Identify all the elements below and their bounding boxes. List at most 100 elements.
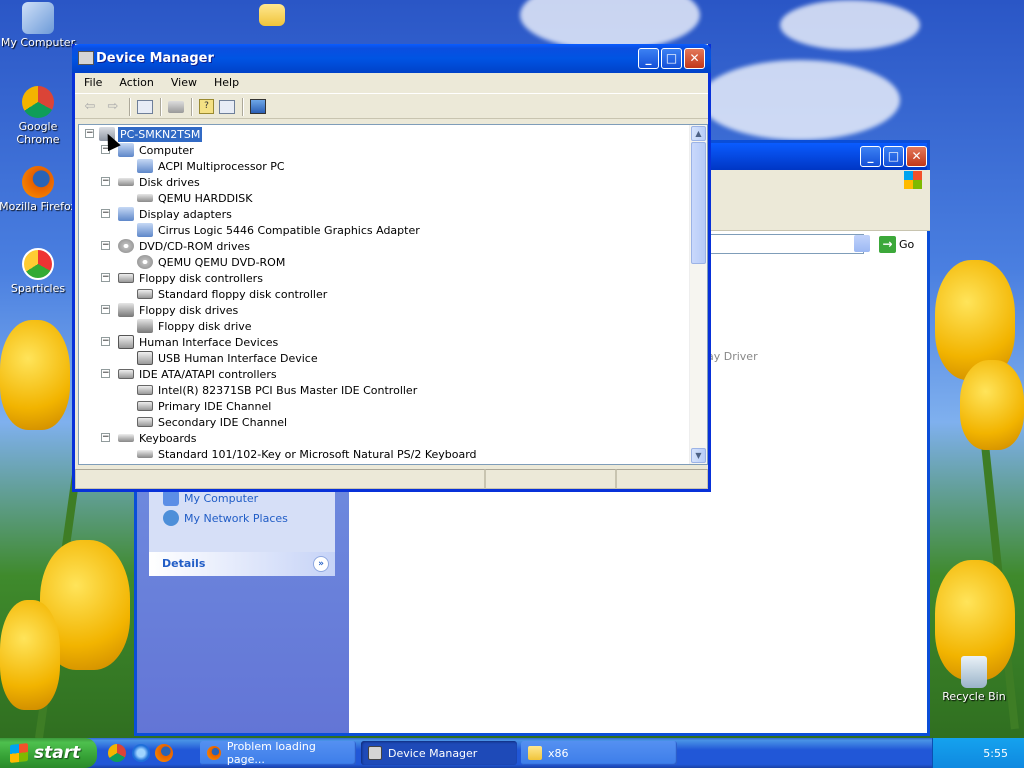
desktop-icon-google-chrome[interactable]: Google Chrome — [0, 86, 78, 146]
minimize-button[interactable]: _ — [638, 48, 659, 69]
forward-icon[interactable]: ⇨ — [104, 99, 122, 115]
device-manager-window[interactable]: Device Manager _ □ ✕ File Action View He… — [72, 44, 711, 492]
tree-device[interactable]: Primary IDE Channel — [137, 398, 273, 414]
window-title: Device Manager — [96, 51, 214, 66]
menu-file[interactable]: File — [75, 73, 110, 93]
collapse-toggle[interactable]: − — [101, 369, 110, 378]
tree-category[interactable]: − Display adapters — [101, 206, 234, 222]
tree-device[interactable]: Intel(R) 82371SB PCI Bus Master IDE Cont… — [137, 382, 419, 398]
device-manager-icon — [368, 746, 382, 760]
scan-hardware-icon[interactable] — [250, 99, 266, 114]
scroll-up-button[interactable]: ▲ — [691, 126, 706, 141]
tree-device[interactable]: USB Human Interface Device — [137, 350, 320, 366]
scroll-down-button[interactable]: ▼ — [691, 448, 706, 463]
go-label: Go — [899, 237, 915, 251]
collapse-toggle[interactable]: − — [85, 129, 94, 138]
device-tree[interactable]: − PC-SMKN2TSM − Computer ACPI Multiproce… — [78, 124, 708, 465]
scroll-thumb[interactable] — [691, 142, 706, 264]
back-icon[interactable]: ⇦ — [81, 99, 99, 115]
collapse-toggle[interactable]: − — [101, 177, 110, 186]
go-button[interactable]: → Go — [879, 235, 914, 253]
address-dropdown-button[interactable] — [854, 235, 870, 252]
tree-category[interactable]: − Floppy disk drives — [101, 302, 240, 318]
desktop-icon-mozilla-firefox[interactable]: Mozilla Firefox — [0, 166, 78, 213]
tree-device[interactable]: Secondary IDE Channel — [137, 414, 289, 430]
chrome-quicklaunch-icon[interactable] — [108, 744, 126, 762]
collapse-toggle[interactable]: − — [101, 305, 110, 314]
print-icon[interactable] — [168, 100, 184, 113]
tree-device[interactable]: ACPI Multiprocessor PC — [137, 158, 287, 174]
bg-maximize-button[interactable]: □ — [883, 146, 904, 167]
vertical-scrollbar[interactable]: ▲ ▼ — [689, 125, 707, 464]
firefox-quicklaunch-icon[interactable] — [155, 744, 173, 762]
bg-minimize-button[interactable]: _ — [860, 146, 881, 167]
tree-category[interactable]: − Keyboards — [101, 430, 198, 446]
tree-category[interactable]: − IDE ATA/ATAPI controllers — [101, 366, 279, 382]
tree-device[interactable]: Standard floppy disk controller — [137, 286, 329, 302]
desktop-icon-folder[interactable] — [232, 4, 312, 28]
tree-category[interactable]: − Disk drives — [101, 174, 202, 190]
tree-device[interactable]: Floppy disk drive — [137, 318, 254, 334]
desktop-icon-sparticles[interactable]: Sparticles — [0, 248, 78, 295]
cdrom-icon — [118, 239, 134, 253]
menu-view[interactable]: View — [162, 73, 205, 93]
collapse-toggle[interactable]: − — [101, 433, 110, 442]
tree-device[interactable]: QEMU HARDDISK — [137, 190, 254, 206]
chevron-down-icon[interactable]: » — [313, 556, 329, 572]
tree-device[interactable]: QEMU QEMU DVD-ROM — [137, 254, 287, 270]
bg-close-button[interactable]: ✕ — [906, 146, 927, 167]
tree-device-label: QEMU HARDDISK — [158, 191, 253, 205]
status-pane — [75, 469, 486, 489]
chrome-icon — [22, 86, 54, 118]
address-bar[interactable] — [707, 234, 864, 254]
task-problem-loading-page[interactable]: Problem loading page... — [200, 740, 356, 766]
close-button[interactable]: ✕ — [684, 48, 705, 69]
collapse-toggle[interactable]: − — [101, 209, 110, 218]
collapse-toggle[interactable]: − — [101, 241, 110, 250]
folder-icon — [528, 746, 542, 760]
my-computer-icon — [22, 2, 54, 34]
tree-device[interactable]: Standard 101/102-Key or Microsoft Natura… — [137, 446, 479, 462]
ide-controller-icon — [137, 401, 153, 411]
tree-category-label: Human Interface Devices — [139, 335, 279, 349]
collapse-toggle[interactable]: − — [101, 273, 110, 282]
windows-flag-icon — [10, 743, 28, 763]
details-panel-header[interactable]: Details » — [149, 552, 335, 576]
toolbar-separator — [129, 97, 131, 116]
menu-action[interactable]: Action — [110, 73, 161, 93]
clock[interactable]: 5:55 — [983, 747, 1008, 760]
display-adapter-icon — [137, 223, 153, 237]
desktop-icon-recycle-bin[interactable]: Recycle Bin — [934, 656, 1014, 703]
desktop-icon-my-computer[interactable]: My Computer — [0, 2, 78, 49]
help-icon[interactable]: ? — [199, 99, 214, 114]
task-x86[interactable]: x86 — [521, 741, 677, 765]
task-label: Device Manager — [388, 746, 478, 760]
floppy-drive-icon — [118, 303, 134, 317]
tree-category[interactable]: − Human Interface Devices — [101, 334, 280, 350]
tree-category[interactable]: − DVD/CD-ROM drives — [101, 238, 252, 254]
ide-controller-icon — [137, 417, 153, 427]
link-label: My Computer — [184, 491, 259, 505]
maximize-button[interactable]: □ — [661, 48, 682, 69]
recycle-bin-icon — [961, 656, 987, 688]
tree-root[interactable]: − PC-SMKN2TSM — [83, 126, 203, 142]
device-manager-titlebar[interactable]: Device Manager _ □ ✕ — [72, 44, 711, 73]
tree-category[interactable]: − Floppy disk controllers — [101, 270, 265, 286]
link-my-network-places[interactable]: My Network Places — [163, 510, 288, 526]
properties-icon[interactable] — [219, 99, 235, 114]
content-fragment-text: ay Driver — [707, 350, 758, 363]
show-hide-console-tree-icon[interactable] — [137, 99, 153, 114]
menu-help[interactable]: Help — [205, 73, 247, 93]
link-my-computer[interactable]: My Computer — [163, 490, 258, 506]
disk-drive-icon — [137, 194, 153, 202]
start-button[interactable]: start — [0, 738, 97, 768]
desktop-icon-label: Sparticles — [10, 282, 66, 295]
tree-device[interactable]: Cirrus Logic 5446 Compatible Graphics Ad… — [137, 222, 422, 238]
toolbar: ⇦ ⇨ ? — [75, 95, 708, 119]
status-bar — [75, 469, 708, 489]
task-device-manager[interactable]: Device Manager — [361, 741, 517, 765]
collapse-toggle[interactable]: − — [101, 337, 110, 346]
menubar: File Action View Help — [75, 73, 708, 94]
ie-quicklaunch-icon[interactable] — [132, 744, 150, 762]
keyboard-icon — [137, 450, 153, 458]
